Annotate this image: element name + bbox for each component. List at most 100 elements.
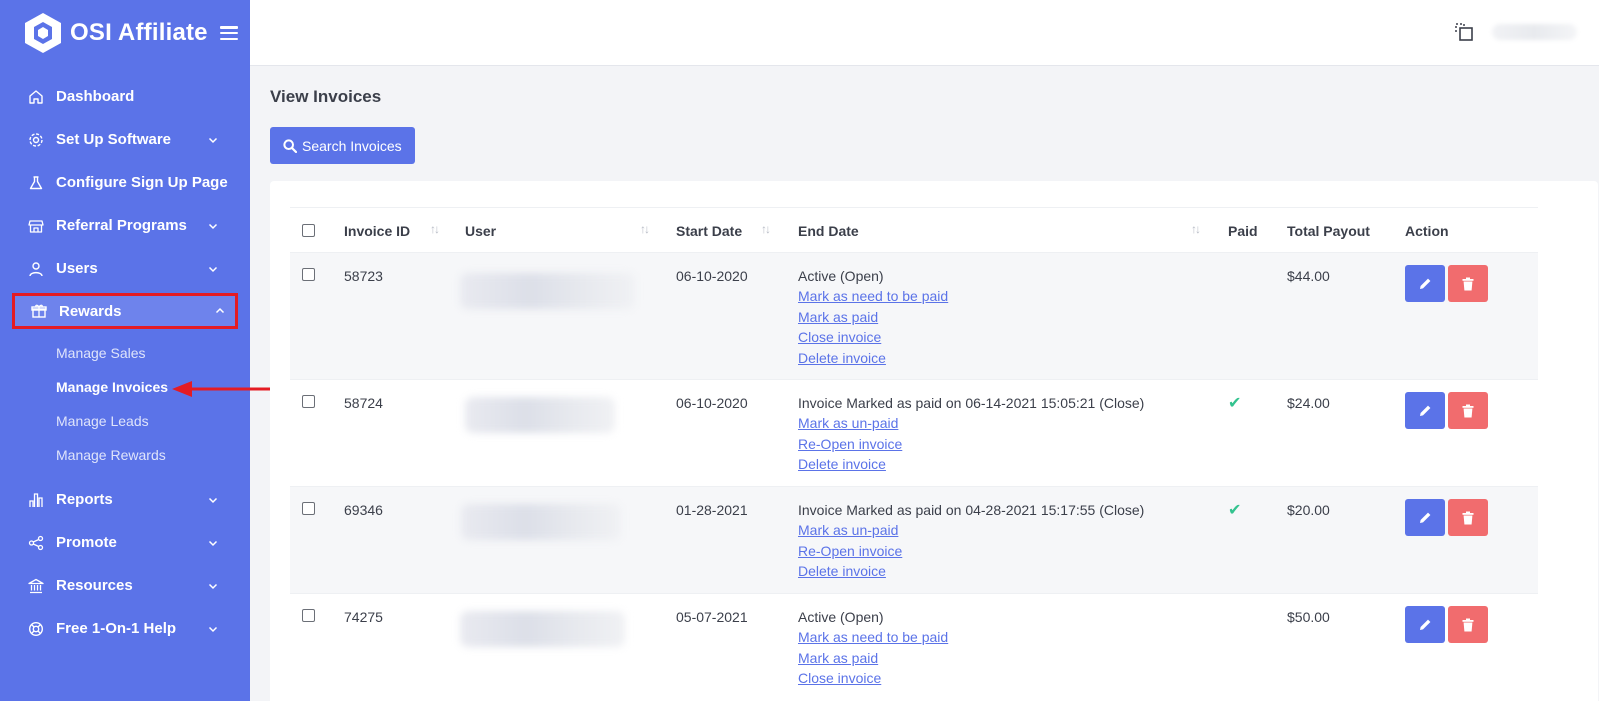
- sidebar-item-users[interactable]: Users: [0, 247, 250, 290]
- sidebar-item-resources[interactable]: Resources: [0, 564, 250, 607]
- sort-icon[interactable]: ↑↓: [761, 222, 775, 236]
- delete-button[interactable]: [1448, 606, 1488, 643]
- row-checkbox[interactable]: [302, 502, 315, 515]
- sidebar-item-label: Reports: [56, 491, 113, 508]
- table-header: Invoice ID ↑↓ User ↑↓ Start Date ↑↓ End …: [290, 207, 1538, 253]
- edit-button[interactable]: [1405, 392, 1445, 429]
- table-row: 74275 05-07-2021 Active (Open) Mark as n…: [290, 594, 1538, 701]
- search-invoices-button[interactable]: Search Invoices: [270, 127, 415, 164]
- delete-button[interactable]: [1448, 265, 1488, 302]
- edit-button[interactable]: [1405, 606, 1445, 643]
- pencil-icon: [1419, 512, 1430, 523]
- lifebuoy-icon: [28, 621, 44, 637]
- store-icon: [28, 218, 44, 234]
- header-start-date[interactable]: Start Date: [676, 223, 742, 239]
- delete-button[interactable]: [1448, 392, 1488, 429]
- sort-icon[interactable]: ↑↓: [430, 222, 444, 236]
- delete-invoice-link[interactable]: Delete invoice: [798, 561, 1144, 582]
- close-invoice-link[interactable]: Close invoice: [798, 327, 948, 348]
- sidebar-item-rewards[interactable]: Rewards: [12, 293, 238, 329]
- header-end-date[interactable]: End Date: [798, 223, 859, 239]
- menu-toggle-icon[interactable]: [219, 26, 238, 40]
- total-payout: $44.00: [1287, 268, 1330, 284]
- pencil-icon: [1419, 619, 1430, 630]
- topbar: [250, 0, 1599, 66]
- fullscreen-icon[interactable]: [1454, 22, 1474, 42]
- sidebar-item-label: Users: [56, 260, 98, 277]
- invoice-status: Invoice Marked as paid on 04-28-2021 15:…: [798, 502, 1145, 518]
- sort-icon[interactable]: ↑↓: [640, 222, 654, 236]
- sidebar-item-label: Dashboard: [56, 88, 135, 105]
- sidebar-item-free-help[interactable]: Free 1-On-1 Help: [0, 607, 250, 650]
- sidebar-item-promote[interactable]: Promote: [0, 521, 250, 564]
- search-button-label: Search Invoices: [302, 137, 402, 154]
- sidebar-item-referral-programs[interactable]: Referral Programs: [0, 204, 250, 247]
- sidebar-nav: Dashboard Set Up Software Configure Sign…: [0, 75, 250, 650]
- sidebar-item-reports[interactable]: Reports: [0, 478, 250, 521]
- chevron-down-icon: [208, 266, 218, 272]
- delete-button[interactable]: [1448, 499, 1488, 536]
- row-checkbox[interactable]: [302, 609, 315, 622]
- trash-icon: [1462, 277, 1474, 290]
- start-date: 06-10-2020: [676, 268, 748, 284]
- user-name-redacted: [460, 611, 625, 647]
- paid-check-icon: ✔: [1228, 395, 1242, 412]
- gear-icon: [28, 132, 44, 148]
- delete-invoice-link[interactable]: Delete invoice: [798, 454, 1144, 475]
- sidebar-subitem-manage-sales[interactable]: Manage Sales: [0, 336, 250, 370]
- sidebar-subitem-manage-leads[interactable]: Manage Leads: [0, 404, 250, 438]
- sidebar-item-label: Rewards: [59, 302, 122, 320]
- mark-need-to-be-paid-link[interactable]: Mark as need to be paid: [798, 627, 948, 648]
- mark-paid-link[interactable]: Mark as paid: [798, 307, 948, 328]
- close-invoice-link[interactable]: Close invoice: [798, 668, 948, 689]
- sidebar-subitem-manage-rewards[interactable]: Manage Rewards: [0, 438, 250, 472]
- user-menu[interactable]: [1492, 24, 1577, 40]
- reopen-invoice-link[interactable]: Re-Open invoice: [798, 434, 1144, 455]
- sidebar: OSI Affiliate Dashboard Set Up Software …: [0, 0, 250, 701]
- invoices-table: Invoice ID ↑↓ User ↑↓ Start Date ↑↓ End …: [290, 207, 1538, 701]
- edit-button[interactable]: [1405, 265, 1445, 302]
- rewards-submenu: Manage Sales Manage Invoices Manage Lead…: [0, 332, 250, 478]
- select-all-checkbox[interactable]: [302, 224, 315, 237]
- end-date-cell: Invoice Marked as paid on 04-28-2021 15:…: [798, 500, 1144, 582]
- chevron-down-icon: [208, 626, 218, 632]
- header-invoice-id[interactable]: Invoice ID: [344, 223, 410, 239]
- search-icon: [283, 138, 297, 153]
- table-row: 69346 01-28-2021 Invoice Marked as paid …: [290, 487, 1538, 594]
- user-name-redacted: [465, 397, 615, 433]
- sidebar-item-dashboard[interactable]: Dashboard: [0, 75, 250, 118]
- sidebar-item-set-up-software[interactable]: Set Up Software: [0, 118, 250, 161]
- delete-invoice-link[interactable]: Delete invoice: [798, 348, 948, 369]
- sort-icon[interactable]: ↑↓: [1191, 222, 1205, 236]
- trash-icon: [1462, 618, 1474, 631]
- reopen-invoice-link[interactable]: Re-Open invoice: [798, 541, 1144, 562]
- gift-icon: [31, 303, 47, 319]
- total-payout: $50.00: [1287, 609, 1330, 625]
- header-paid: Paid: [1228, 223, 1258, 239]
- table-row: 58724 06-10-2020 Invoice Marked as paid …: [290, 380, 1538, 487]
- paid-check-icon: ✔: [1228, 502, 1242, 519]
- mark-unpaid-link[interactable]: Mark as un-paid: [798, 520, 1144, 541]
- invoice-status: Active (Open): [798, 268, 884, 284]
- flask-icon: [28, 175, 44, 191]
- chevron-down-icon: [208, 137, 218, 143]
- sidebar-item-label: Referral Programs: [56, 217, 187, 234]
- sidebar-item-configure-sign-up-page[interactable]: Configure Sign Up Page: [0, 161, 250, 204]
- chevron-up-icon: [215, 307, 225, 314]
- mark-unpaid-link[interactable]: Mark as un-paid: [798, 413, 1144, 434]
- trash-icon: [1462, 511, 1474, 524]
- header-total-payout: Total Payout: [1287, 223, 1370, 239]
- edit-button[interactable]: [1405, 499, 1445, 536]
- chevron-down-icon: [208, 223, 218, 229]
- invoice-id: 74275: [344, 609, 383, 625]
- main-content: View Invoices Search Invoices Invoice ID…: [250, 66, 1599, 701]
- header-user[interactable]: User: [465, 223, 496, 239]
- row-checkbox[interactable]: [302, 395, 315, 408]
- mark-paid-link[interactable]: Mark as paid: [798, 648, 948, 669]
- header-action: Action: [1405, 223, 1449, 239]
- total-payout: $24.00: [1287, 395, 1330, 411]
- mark-need-to-be-paid-link[interactable]: Mark as need to be paid: [798, 286, 948, 307]
- end-date-cell: Active (Open) Mark as need to be paid Ma…: [798, 266, 948, 368]
- sidebar-item-label: Set Up Software: [56, 131, 172, 148]
- row-checkbox[interactable]: [302, 268, 315, 281]
